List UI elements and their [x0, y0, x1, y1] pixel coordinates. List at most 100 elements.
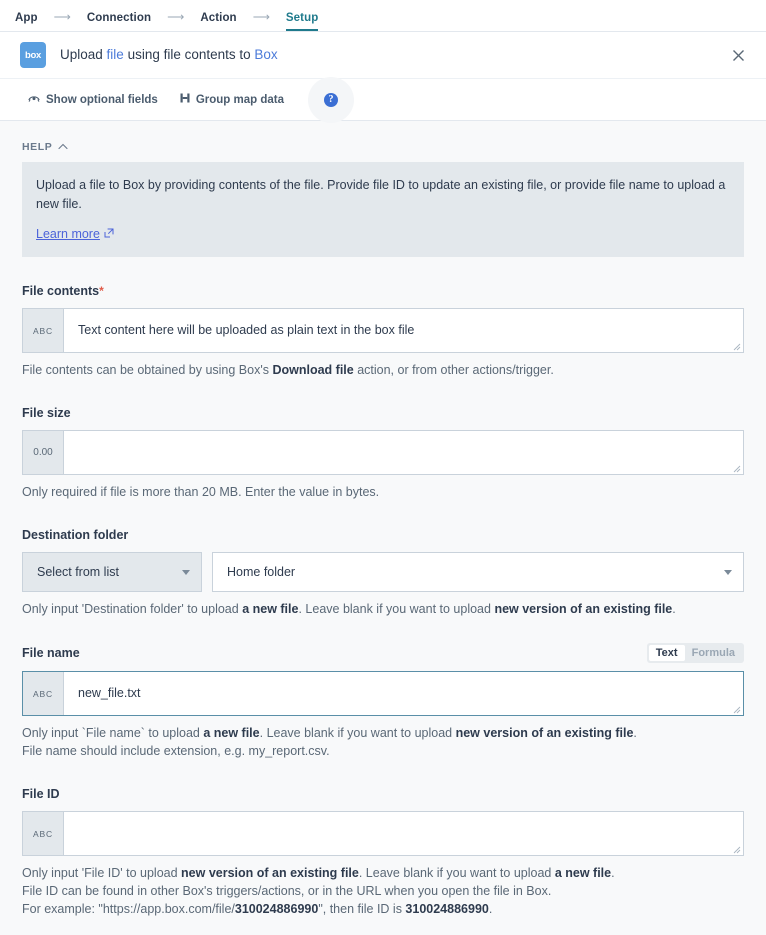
file-name-hint-1: Only input `File name` to upload a new f…	[22, 724, 744, 742]
toggle-text-option[interactable]: Text	[649, 645, 685, 661]
action-title-prefix: Upload	[60, 47, 107, 62]
field-file-id: File ID ABC Only input 'File ID' to uplo…	[22, 785, 744, 918]
step-tabs: App ⟶ Connection ⟶ Action ⟶ Setup	[0, 0, 766, 32]
setup-form: HELP Upload a file to Box by providing c…	[0, 121, 766, 934]
chevron-down-icon	[182, 570, 190, 575]
destination-folder-mode-select[interactable]: Select from list	[22, 552, 202, 592]
destination-folder-hint-d: new version of an existing file	[494, 602, 672, 616]
file-id-hint1-a: Only input 'File ID' to upload	[22, 866, 181, 880]
file-name-hint-2: File name should include extension, e.g.…	[22, 742, 744, 760]
file-name-hint1-d: new version of an existing file	[456, 726, 634, 740]
file-id-hint3-e: .	[489, 902, 492, 916]
destination-folder-hint: Only input 'Destination folder' to uploa…	[22, 600, 744, 618]
destination-folder-select[interactable]: Home folder	[212, 552, 744, 592]
action-header: box Upload file using file contents to B…	[0, 32, 766, 78]
file-id-input[interactable]	[64, 812, 743, 855]
file-id-hint1-d: a new file	[555, 866, 611, 880]
destination-folder-value: Home folder	[227, 565, 295, 579]
tab-setup[interactable]: Setup	[286, 12, 318, 31]
box-app-logo: box	[20, 42, 46, 68]
chevron-up-icon	[58, 141, 68, 153]
abc-type-icon: ABC	[23, 672, 64, 715]
step-arrow-3: ⟶	[237, 11, 286, 31]
file-name-label-row: File name Text Formula	[22, 643, 744, 663]
file-name-hint1-b: a new file	[203, 726, 259, 740]
file-contents-label: File contents*	[22, 284, 104, 298]
file-id-label: File ID	[22, 787, 60, 801]
file-size-hint: Only required if file is more than 20 MB…	[22, 483, 744, 501]
chevron-down-icon	[724, 570, 732, 575]
number-type-icon: 0.00	[23, 431, 64, 474]
field-file-size: File size 0.00 Only required if file is …	[22, 404, 744, 501]
destination-folder-hint-c: . Leave blank if you want to upload	[298, 602, 494, 616]
file-contents-hint-c: action, or from other actions/trigger.	[354, 363, 554, 377]
file-id-hint3-d: 310024886990	[405, 902, 488, 916]
help-section-toggle[interactable]: HELP	[22, 141, 744, 153]
file-id-hint1-b: new version of an existing file	[181, 866, 359, 880]
tab-connection[interactable]: Connection	[87, 12, 151, 31]
file-contents-hint-b: Download file	[272, 363, 353, 377]
destination-folder-mode-value: Select from list	[37, 565, 119, 579]
destination-folder-row: Select from list Home folder	[22, 552, 744, 592]
file-id-input-wrap[interactable]: ABC	[22, 811, 744, 856]
show-optional-fields-button[interactable]: Show optional fields	[28, 94, 158, 106]
toggle-formula-option[interactable]: Formula	[685, 645, 742, 661]
file-id-label-row: File ID	[22, 785, 744, 803]
action-title-box-link[interactable]: Box	[254, 47, 277, 62]
abc-type-icon: ABC	[23, 309, 64, 352]
file-contents-input-wrap[interactable]: ABC Text content here will be uploaded a…	[22, 308, 744, 353]
file-size-label: File size	[22, 406, 71, 420]
file-id-hint-1: Only input 'File ID' to upload new versi…	[22, 864, 744, 882]
help-panel: Upload a file to Box by providing conten…	[22, 162, 744, 257]
destination-folder-label: Destination folder	[22, 528, 128, 542]
file-contents-hint-a: File contents can be obtained by using B…	[22, 363, 272, 377]
file-id-hint3-b: 310024886990	[235, 902, 318, 916]
file-name-hint1-a: Only input `File name` to upload	[22, 726, 203, 740]
file-id-hint-2: File ID can be found in other Box's trig…	[22, 882, 744, 900]
learn-more-link[interactable]: Learn more	[36, 225, 114, 244]
tab-action[interactable]: Action	[200, 12, 236, 31]
file-id-hint1-e: .	[611, 866, 614, 880]
abc-type-icon: ABC	[23, 812, 64, 855]
file-id-hint-3: For example: "https://app.box.com/file/3…	[22, 900, 744, 918]
help-section-label: HELP	[22, 141, 52, 153]
file-id-hint3-c: ", then file ID is	[318, 902, 405, 916]
required-marker: *	[99, 284, 104, 298]
file-name-input[interactable]: new_file.txt	[64, 672, 743, 715]
file-size-input-wrap[interactable]: 0.00	[22, 430, 744, 475]
question-mark-icon: ?	[324, 93, 338, 107]
learn-more-label: Learn more	[36, 225, 100, 244]
step-arrow-1: ⟶	[38, 11, 87, 31]
file-id-hint3-a: For example: "https://app.box.com/file/	[22, 902, 235, 916]
group-map-data-button[interactable]: Group map data	[180, 93, 284, 106]
external-link-icon	[104, 225, 114, 244]
file-size-input[interactable]	[64, 431, 743, 474]
field-file-contents: File contents* ABC Text content here wil…	[22, 282, 744, 379]
destination-folder-hint-e: .	[672, 602, 675, 616]
file-id-hint1-c: . Leave blank if you want to upload	[359, 866, 555, 880]
field-file-name: File name Text Formula ABC new_file.txt …	[22, 643, 744, 760]
help-button[interactable]: ?	[308, 77, 354, 123]
close-icon[interactable]	[728, 45, 748, 65]
group-map-data-label: Group map data	[196, 94, 284, 106]
show-optional-fields-label: Show optional fields	[46, 94, 158, 106]
destination-folder-label-row: Destination folder	[22, 526, 744, 544]
file-size-label-row: File size	[22, 404, 744, 422]
file-name-hint1-c: . Leave blank if you want to upload	[260, 726, 456, 740]
step-arrow-2: ⟶	[151, 11, 200, 31]
file-name-hint1-e: .	[633, 726, 636, 740]
help-text: Upload a file to Box by providing conten…	[36, 176, 730, 214]
file-contents-label-row: File contents*	[22, 282, 744, 300]
file-contents-input[interactable]: Text content here will be uploaded as pl…	[64, 309, 743, 352]
action-title-file-link[interactable]: file	[107, 47, 124, 62]
file-name-input-wrap[interactable]: ABC new_file.txt	[22, 671, 744, 716]
eye-icon	[28, 94, 40, 106]
action-title: Upload file using file contents to Box	[60, 47, 278, 63]
destination-folder-hint-b: a new file	[242, 602, 298, 616]
file-contents-label-text: File contents	[22, 284, 99, 298]
file-name-mode-toggle[interactable]: Text Formula	[647, 643, 744, 663]
file-name-label: File name	[22, 646, 80, 660]
field-destination-folder: Destination folder Select from list Home…	[22, 526, 744, 618]
destination-folder-hint-a: Only input 'Destination folder' to uploa…	[22, 602, 242, 616]
tab-app[interactable]: App	[15, 12, 38, 31]
